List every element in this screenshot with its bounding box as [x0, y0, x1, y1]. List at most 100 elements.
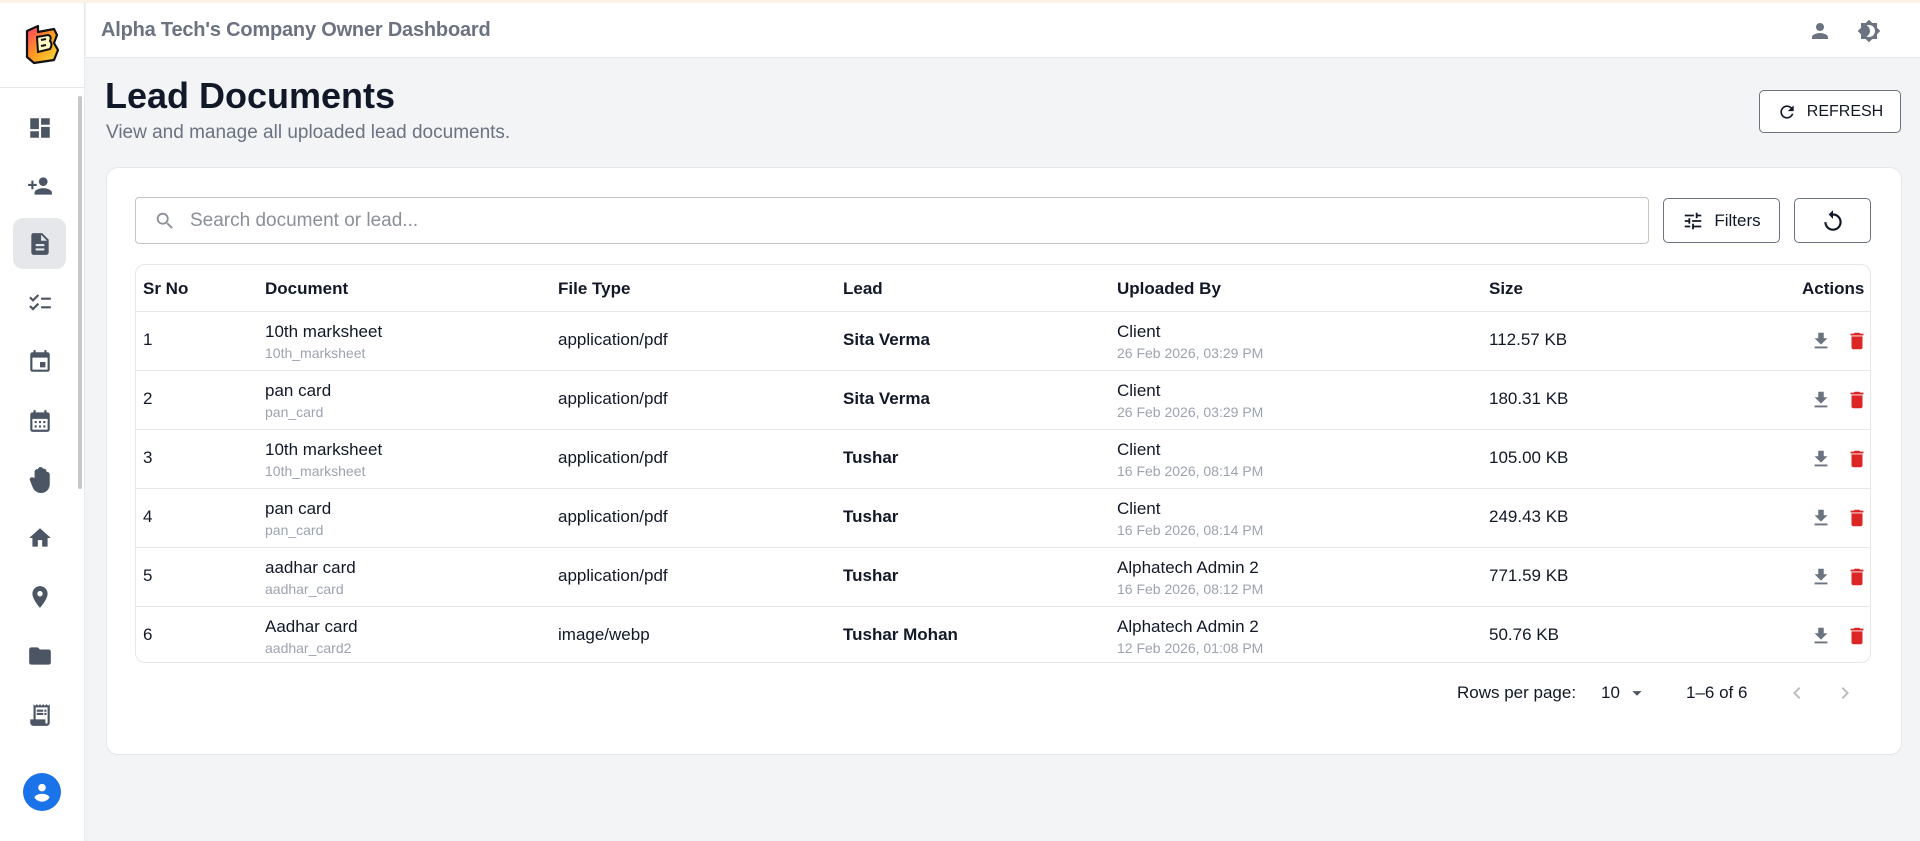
size-cell: 771.59 KB: [1489, 566, 1569, 585]
size-cell: 180.31 KB: [1489, 389, 1569, 408]
document-key: aadhar_card: [265, 581, 344, 597]
lead-cell: Tushar: [843, 448, 899, 467]
download-button[interactable]: [1809, 329, 1833, 353]
document-cell: pan card pan_card: [265, 381, 331, 420]
file-type-cell: application/pdf: [558, 330, 668, 349]
delete-button[interactable]: [1845, 447, 1869, 471]
restart-icon: [1823, 209, 1842, 231]
document-name: Aadhar card: [265, 617, 358, 636]
delete-button[interactable]: [1845, 624, 1869, 648]
user-avatar-button[interactable]: [23, 773, 61, 811]
uploader-name: Client: [1117, 322, 1161, 341]
search-field[interactable]: [135, 197, 1649, 244]
download-button[interactable]: [1809, 624, 1833, 648]
download-icon: [1814, 509, 1828, 526]
table-row[interactable]: 5 aadhar card aadhar_card application/pdf…: [136, 548, 1870, 607]
table-row[interactable]: 3 10th marksheet 10th_marksheet applicati…: [136, 430, 1870, 489]
delete-button[interactable]: [1845, 506, 1869, 530]
download-button[interactable]: [1809, 565, 1833, 589]
col-sr-no: Sr No: [143, 279, 189, 298]
rows-per-page-select[interactable]: 10: [1601, 680, 1648, 706]
next-page-button[interactable]: [1832, 680, 1858, 706]
lead-cell: Sita Verma: [843, 389, 930, 408]
sr-no-cell: 6: [143, 625, 153, 644]
delete-button[interactable]: [1845, 388, 1869, 412]
table-header: Sr No Document File Type Lead Uploaded B…: [136, 265, 1870, 312]
table-row[interactable]: 1 10th marksheet 10th_marksheet applicati…: [136, 312, 1870, 371]
download-icon: [1814, 568, 1828, 585]
page-title: Lead Documents: [105, 75, 396, 116]
sidebar-item-event[interactable]: [13, 336, 66, 387]
document-name: 10th marksheet: [265, 322, 383, 341]
uploaded-by-cell: Client 26 Feb 2026, 03:29 PM: [1117, 322, 1263, 361]
uploaded-by-cell: Alphatech Admin 2 12 Feb 2026, 01:08 PM: [1117, 617, 1263, 656]
download-button[interactable]: [1809, 506, 1833, 530]
previous-page-button[interactable]: [1784, 680, 1810, 706]
sidebar-item-home[interactable]: [13, 512, 66, 563]
upload-date: 16 Feb 2026, 08:12 PM: [1117, 581, 1264, 597]
sidebar-item-hand[interactable]: [13, 454, 66, 505]
size-cell: 249.43 KB: [1489, 507, 1569, 526]
col-size: Size: [1489, 279, 1524, 298]
home-icon: [28, 527, 51, 547]
document-key: 10th_marksheet: [265, 463, 366, 479]
col-uploaded-by: Uploaded By: [1117, 279, 1221, 298]
download-icon: [1814, 391, 1828, 408]
rows-per-page-label: Rows per page:: [1457, 683, 1577, 702]
brightness-icon: [1857, 19, 1881, 43]
uploader-name: Client: [1117, 499, 1161, 518]
sidebar-scrollbar[interactable]: [78, 96, 82, 489]
folder-icon: [28, 646, 51, 665]
download-icon: [1814, 627, 1828, 644]
col-document: Document: [265, 279, 349, 298]
sidebar-item-location[interactable]: [13, 571, 66, 622]
document-cell: aadhar card aadhar_card: [265, 558, 356, 597]
uploader-name: Alphatech Admin 2: [1117, 558, 1259, 577]
search-input[interactable]: [190, 198, 1630, 243]
sidebar-item-calendar[interactable]: [13, 395, 66, 446]
document-cell: pan card pan_card: [265, 499, 331, 538]
filters-button[interactable]: Filters: [1663, 198, 1780, 243]
app-title: Alpha Tech's Company Owner Dashboard: [101, 19, 491, 41]
sidebar-item-receipt[interactable]: [13, 689, 66, 740]
file-type-cell: image/webp: [558, 625, 650, 644]
upload-date: 26 Feb 2026, 03:29 PM: [1117, 404, 1264, 420]
refresh-button[interactable]: REFRESH: [1759, 90, 1901, 133]
table-row[interactable]: 2 pan card pan_card application/pdf Sita …: [136, 371, 1870, 430]
receipt-icon: [29, 703, 50, 726]
document-cell: Aadhar card aadhar_card2: [265, 617, 358, 656]
document-name: pan card: [265, 381, 332, 400]
trash-icon: [1850, 391, 1864, 409]
theme-toggle-button[interactable]: [1855, 17, 1883, 45]
rows-per-page-value: 10: [1601, 683, 1620, 702]
sidebar-item-checklist[interactable]: [13, 277, 66, 328]
uploaded-by-cell: Client 26 Feb 2026, 03:29 PM: [1117, 381, 1263, 420]
download-icon: [1814, 332, 1828, 349]
brand-logo[interactable]: [24, 23, 60, 65]
sidebar-item-dashboard[interactable]: [13, 102, 66, 153]
uploaded-by-cell: Client 16 Feb 2026, 08:14 PM: [1117, 499, 1263, 538]
sidebar-item-add-user[interactable]: [13, 160, 66, 211]
delete-button[interactable]: [1845, 329, 1869, 353]
download-button[interactable]: [1809, 447, 1833, 471]
document-cell: 10th marksheet 10th_marksheet: [265, 322, 382, 361]
upload-date: 16 Feb 2026, 08:14 PM: [1117, 522, 1264, 538]
sidebar-item-documents[interactable]: [13, 218, 66, 269]
refresh-icon: [1780, 104, 1794, 119]
uploaded-by-cell: Alphatech Admin 2 16 Feb 2026, 08:12 PM: [1117, 558, 1263, 597]
location-pin-icon: [31, 585, 48, 608]
pagination-range: 1–6 of 6: [1686, 683, 1748, 702]
size-cell: 105.00 KB: [1489, 448, 1569, 467]
download-button[interactable]: [1809, 388, 1833, 412]
reset-filters-button[interactable]: [1794, 198, 1871, 243]
delete-button[interactable]: [1845, 565, 1869, 589]
search-icon: [156, 212, 173, 229]
chevron-right-icon: [1841, 687, 1849, 699]
page-subtitle: View and manage all uploaded lead docume…: [106, 122, 511, 143]
table-row[interactable]: 6 Aadhar card aadhar_card2 image/webp Tus…: [136, 607, 1870, 662]
sidebar-item-folder[interactable]: [13, 630, 66, 681]
profile-button[interactable]: [1806, 17, 1834, 45]
document-key: aadhar_card2: [265, 640, 352, 656]
document-cell: 10th marksheet 10th_marksheet: [265, 440, 382, 479]
table-row[interactable]: 4 pan card pan_card application/pdf Tusha…: [136, 489, 1870, 548]
